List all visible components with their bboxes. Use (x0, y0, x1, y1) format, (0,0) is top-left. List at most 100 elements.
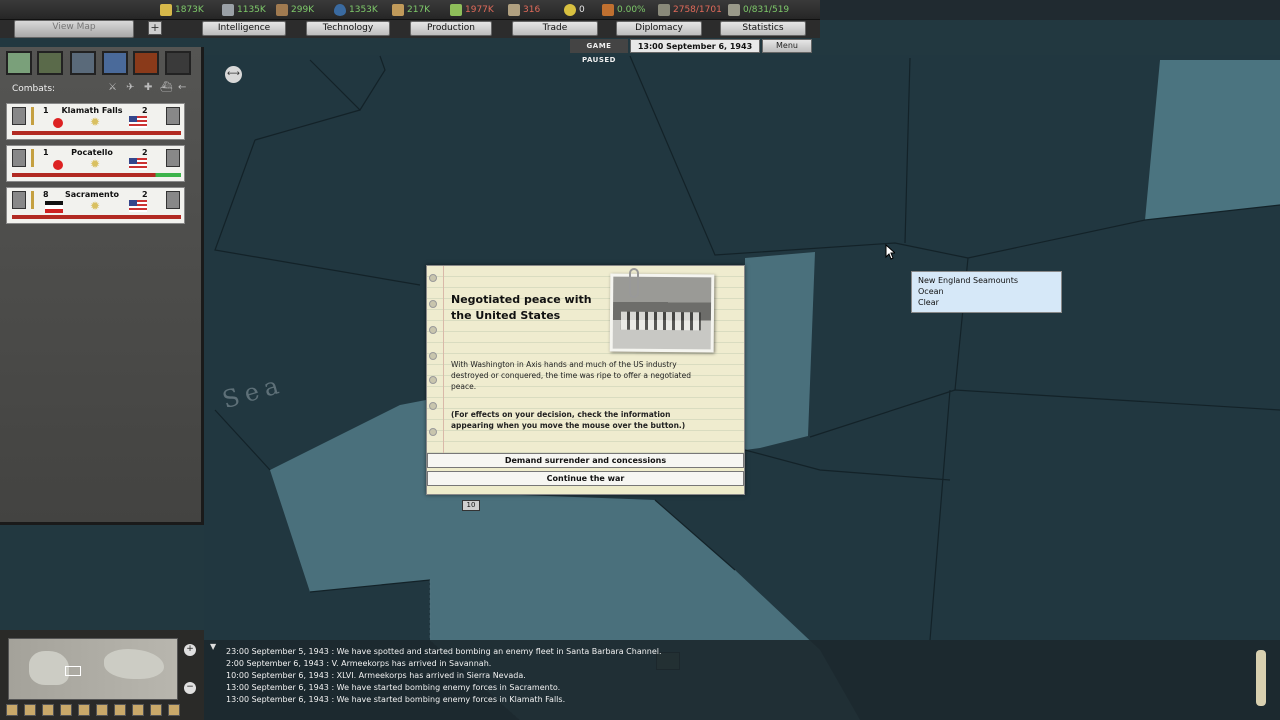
filter-naval-icon[interactable]: ⛴ (160, 82, 173, 93)
attacker-org-bar (31, 149, 34, 167)
metal-icon (222, 4, 234, 16)
minimap-viewport[interactable] (65, 666, 81, 676)
resource-money[interactable]: 1977K (450, 3, 494, 17)
overview-mapmode-button[interactable] (165, 51, 191, 75)
log-entry[interactable]: 13:00 September 6, 1943 : We have starte… (226, 694, 662, 706)
minimap-filter-button[interactable] (78, 704, 90, 716)
menu-button[interactable]: Menu (762, 39, 812, 53)
attacker-commander-portrait (12, 149, 26, 167)
officers-icon (728, 4, 740, 16)
terrain-mapmode-button[interactable] (6, 51, 32, 75)
tab-diplomacy[interactable]: Diplomacy (616, 21, 702, 36)
combat-entry-pocatello[interactable]: 1 Pocatello ✹ 2 (6, 145, 185, 182)
resource-rare-materials[interactable]: 299K (276, 3, 314, 17)
unit-counter[interactable]: 10 (462, 500, 480, 511)
resource-nuclear[interactable]: 0 (564, 3, 585, 17)
tab-statistics[interactable]: Statistics (720, 21, 806, 36)
attacker-division-count: 1 (43, 148, 49, 157)
sea-zone-center[interactable] (745, 252, 815, 450)
log-entry[interactable]: 2:00 September 6, 1943 : V. Armeekorps h… (226, 658, 662, 670)
binder-hole (429, 428, 437, 436)
binder-hole (429, 402, 437, 410)
expand-panel-icon[interactable]: ⟷ (225, 66, 242, 83)
air-units-mapmode-button[interactable] (70, 51, 96, 75)
combat-progress-bar (12, 215, 181, 219)
log-entry[interactable]: 13:00 September 6, 1943 : We have starte… (226, 682, 662, 694)
tab-production[interactable]: Production (410, 21, 492, 36)
japan-flag-icon (53, 160, 63, 170)
left-panel: Combats: ⚔ ✈ ✚ ⛴ ← 1 Klamath Falls ✹ 2 1… (0, 47, 204, 525)
resource-energy[interactable]: 1873K (160, 3, 204, 17)
paper-margin-line (443, 266, 444, 454)
minimap-filter-button[interactable] (168, 704, 180, 716)
log-entry[interactable]: 23:00 September 5, 1943 : We have spotte… (226, 646, 662, 658)
tab-intelligence[interactable]: Intelligence (202, 21, 286, 36)
germany-flag-icon (45, 201, 63, 213)
combats-label: Combats: (12, 84, 56, 94)
nuclear-icon (564, 4, 576, 16)
oil-icon (334, 4, 346, 16)
resource-transport[interactable]: 2758/1701 (658, 3, 722, 17)
log-entry[interactable]: 10:00 September 6, 1943 : XLVI. Armeekor… (226, 670, 662, 682)
minimap-filter-button[interactable] (42, 704, 54, 716)
tab-technology[interactable]: Technology (306, 21, 390, 36)
defender-commander-portrait (166, 149, 180, 167)
combat-entry-sacramento[interactable]: 8 Sacramento ✹ 2 (6, 187, 185, 224)
combat-entry-klamath-falls[interactable]: 1 Klamath Falls ✹ 2 (6, 103, 185, 140)
combat-mapmode-button[interactable] (133, 51, 159, 75)
combat-location: Klamath Falls (61, 106, 123, 115)
binder-hole (429, 300, 437, 308)
province-weather: Clear (918, 298, 939, 307)
naval-units-mapmode-button[interactable] (102, 51, 128, 75)
province-name: New England Seamounts (918, 276, 1019, 285)
continue-war-button[interactable]: Continue the war (427, 471, 744, 486)
filter-land-icon[interactable]: ⚔ (108, 82, 117, 93)
log-lines: 23:00 September 5, 1943 : We have spotte… (226, 646, 662, 706)
game-window: Sea 1873K 1135K 299K 1353K 217K 1977K 31… (0, 0, 1280, 720)
tab-view-map[interactable]: View Map (14, 20, 134, 38)
tab-trade[interactable]: Trade (512, 21, 598, 36)
log-collapse-icon[interactable]: ▼ (210, 642, 216, 651)
minimap-filter-button[interactable] (96, 704, 108, 716)
resource-officers[interactable]: 0/831/519 (728, 3, 789, 17)
resource-dissent[interactable]: 0.00% (602, 3, 646, 17)
minimap-filter-button[interactable] (114, 704, 126, 716)
binder-hole (429, 326, 437, 334)
add-map-filter-button[interactable]: + (148, 21, 162, 35)
dissent-icon (602, 4, 614, 16)
filter-air-icon[interactable]: ✈ (126, 82, 134, 93)
filter-retreat-icon[interactable]: ← (178, 82, 186, 93)
minimap-filter-button[interactable] (24, 704, 36, 716)
attacker-commander-portrait (12, 191, 26, 209)
combat-progress-bar (12, 173, 181, 177)
game-date: 13:00 September 6, 1943 (630, 39, 760, 53)
minimap-filter-button[interactable] (60, 704, 72, 716)
attacker-division-count: 8 (43, 190, 49, 199)
resource-supplies[interactable]: 217K (392, 3, 430, 17)
binder-hole (429, 376, 437, 384)
manpower-icon (508, 4, 520, 16)
zoom-out-button[interactable]: − (184, 682, 196, 694)
attacker-division-count: 1 (43, 106, 49, 115)
minimap-filter-button[interactable] (150, 704, 162, 716)
land-units-mapmode-button[interactable] (37, 51, 63, 75)
transport-icon (658, 4, 670, 16)
resource-metal[interactable]: 1135K (222, 3, 266, 17)
event-photo-image (612, 276, 712, 350)
resource-manpower[interactable]: 316 (508, 3, 540, 17)
log-scrollbar[interactable] (1256, 650, 1266, 706)
minimap[interactable] (8, 638, 178, 700)
province-terrain: Ocean (918, 287, 944, 296)
money-icon (450, 4, 462, 16)
minimap-filter-button[interactable] (132, 704, 144, 716)
demand-surrender-button[interactable]: Demand surrender and concessions (427, 453, 744, 468)
sea-zone-northeast[interactable] (1145, 60, 1280, 220)
filter-bomb-icon[interactable]: ✚ (144, 82, 152, 93)
event-title: Negotiated peace with the United States (451, 293, 592, 322)
zoom-in-button[interactable]: + (184, 644, 196, 656)
resource-oil[interactable]: 1353K (334, 3, 378, 17)
resource-bar: 1873K 1135K 299K 1353K 217K 1977K 316 0 … (0, 0, 820, 20)
minimap-filter-button[interactable] (6, 704, 18, 716)
combat-location: Sacramento (64, 190, 120, 199)
game-paused-badge[interactable]: GAME PAUSED (570, 39, 628, 64)
